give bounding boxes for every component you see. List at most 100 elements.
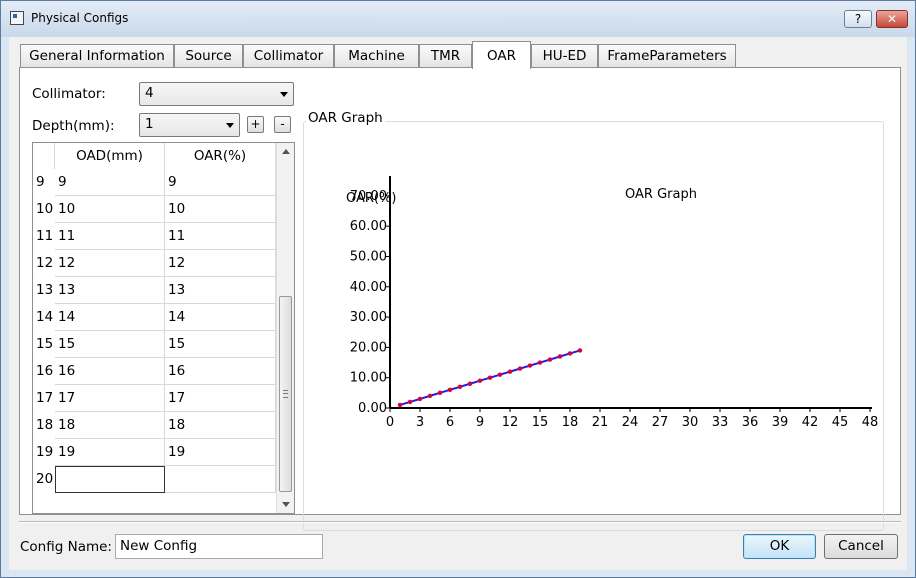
oar-cell[interactable] [165, 466, 276, 493]
y-tick-label: 60.00 [350, 219, 387, 234]
table-row[interactable]: 15 15 15 [33, 331, 276, 358]
oar-data-point [437, 390, 443, 396]
x-tick-label: 9 [476, 415, 484, 430]
table-row[interactable]: 19 19 19 [33, 439, 276, 466]
table-row[interactable]: 11 11 11 [33, 223, 276, 250]
table-row[interactable]: 999 [33, 169, 276, 196]
scroll-thumb[interactable] [279, 296, 292, 492]
remove-depth-button[interactable]: - [274, 116, 291, 133]
window-title: Physical Configs [31, 11, 129, 25]
ok-button[interactable]: OK [743, 534, 816, 559]
collimator-dropdown[interactable]: 4 [139, 82, 294, 106]
footer-separator [19, 521, 901, 523]
close-button[interactable]: ✕ [876, 10, 908, 28]
cancel-button[interactable]: Cancel [824, 534, 898, 559]
oar-cell[interactable]: 11 [165, 223, 276, 250]
oad-cell[interactable]: 18 [55, 412, 165, 439]
oar-cell[interactable]: 19 [165, 439, 276, 466]
y-tick-label: 40.00 [350, 280, 387, 295]
scroll-up-arrow-icon[interactable] [282, 149, 290, 154]
tab-source[interactable]: Source [174, 44, 243, 68]
column-header-oad[interactable]: OAD(mm) [55, 143, 165, 169]
oar-cell[interactable]: 15 [165, 331, 276, 358]
oad-cell[interactable]: 16 [55, 358, 165, 385]
x-tick-label: 33 [712, 415, 729, 430]
tab-frame-parameters[interactable]: FrameParameters [598, 44, 736, 68]
physical-configs-window: Physical Configs ? ✕ General Information… [0, 0, 916, 578]
x-tick-label: 24 [622, 415, 639, 430]
oad-cell[interactable]: 11 [55, 223, 165, 250]
help-button[interactable]: ? [844, 10, 872, 28]
oar-data-point [517, 366, 523, 371]
oar-data-point [457, 384, 463, 389]
x-tick-label: 18 [562, 415, 579, 430]
x-tick-label: 36 [742, 415, 759, 430]
x-tick-label: 48 [862, 415, 879, 430]
x-tick-label: 12 [502, 415, 519, 430]
x-tick-label: 21 [592, 415, 609, 430]
tab-machine[interactable]: Machine [334, 44, 419, 68]
oar-table: OAD(mm) OAR(%) 9 9 9 10 10 10 11 11 11 12 12 12 13 13… [32, 142, 295, 514]
table-row[interactable]: 10 10 10 [33, 196, 276, 223]
table-row[interactable]: 14 14 14 [33, 304, 276, 331]
oar-data-point [497, 372, 503, 377]
tab-oar[interactable]: OAR [472, 41, 531, 69]
oad-cell[interactable] [55, 466, 165, 493]
table-row[interactable]: 17 17 17 [33, 385, 276, 412]
oar-data-point [507, 369, 513, 374]
tab-general-information[interactable]: General Information [20, 44, 174, 68]
row-number: 13 [36, 282, 54, 298]
x-tick-label: 39 [772, 415, 789, 430]
grip-icon [283, 390, 288, 398]
table-row[interactable]: 20 [33, 466, 276, 493]
oad-cell[interactable]: 19 [55, 439, 165, 466]
y-tick-label: 50.00 [350, 250, 387, 265]
oar-data-point [557, 354, 563, 359]
oar-data-point [407, 399, 413, 405]
config-name-value: New Config [120, 538, 198, 554]
oad-cell[interactable]: 13 [55, 277, 165, 304]
row-number: 15 [36, 336, 54, 352]
oad-cell[interactable]: 10 [55, 196, 165, 223]
oar-cell[interactable]: 12 [165, 250, 276, 277]
oar-cell[interactable]: 9 [165, 169, 276, 196]
add-depth-button[interactable]: + [247, 116, 264, 133]
chevron-down-icon [226, 123, 234, 128]
column-header-oar[interactable]: OAR(%) [165, 143, 276, 169]
oar-data-point [537, 360, 543, 365]
oar-cell[interactable]: 10 [165, 196, 276, 223]
tab-hu-ed[interactable]: HU-ED [531, 44, 598, 68]
title-bar: Physical Configs ? ✕ [1, 1, 915, 37]
tab-tmr[interactable]: TMR [419, 44, 472, 68]
oad-cell[interactable]: 9 [55, 169, 165, 196]
table-row[interactable]: 13 13 13 [33, 277, 276, 304]
scroll-down-arrow-icon[interactable] [282, 502, 290, 507]
table-row[interactable]: 18 18 18 [33, 412, 276, 439]
x-tick-label: 45 [832, 415, 849, 430]
row-number: 12 [36, 255, 54, 271]
tab-collimator[interactable]: Collimator [243, 44, 334, 68]
oad-cell[interactable]: 15 [55, 331, 165, 358]
depth-dropdown[interactable]: 1 [139, 113, 240, 137]
oar-data-point [467, 381, 473, 386]
row-number: 19 [36, 444, 54, 460]
table-header: OAD(mm) OAR(%) [33, 143, 276, 169]
oar-cell[interactable]: 16 [165, 358, 276, 385]
x-tick-label: 3 [416, 415, 424, 430]
oar-data-point [447, 387, 453, 393]
table-vertical-scrollbar[interactable] [276, 143, 294, 513]
app-window-icon [10, 11, 24, 25]
oad-cell[interactable]: 17 [55, 385, 165, 412]
row-number: 10 [36, 201, 54, 217]
oar-cell[interactable]: 13 [165, 277, 276, 304]
table-row[interactable]: 16 16 16 [33, 358, 276, 385]
oar-cell[interactable]: 17 [165, 385, 276, 412]
row-number: 17 [36, 390, 54, 406]
oad-cell[interactable]: 14 [55, 304, 165, 331]
oar-cell[interactable]: 18 [165, 412, 276, 439]
depth-value: 1 [145, 116, 154, 132]
config-name-input[interactable]: New Config [115, 534, 323, 559]
oar-cell[interactable]: 14 [165, 304, 276, 331]
table-row[interactable]: 12 12 12 [33, 250, 276, 277]
oad-cell[interactable]: 12 [55, 250, 165, 277]
